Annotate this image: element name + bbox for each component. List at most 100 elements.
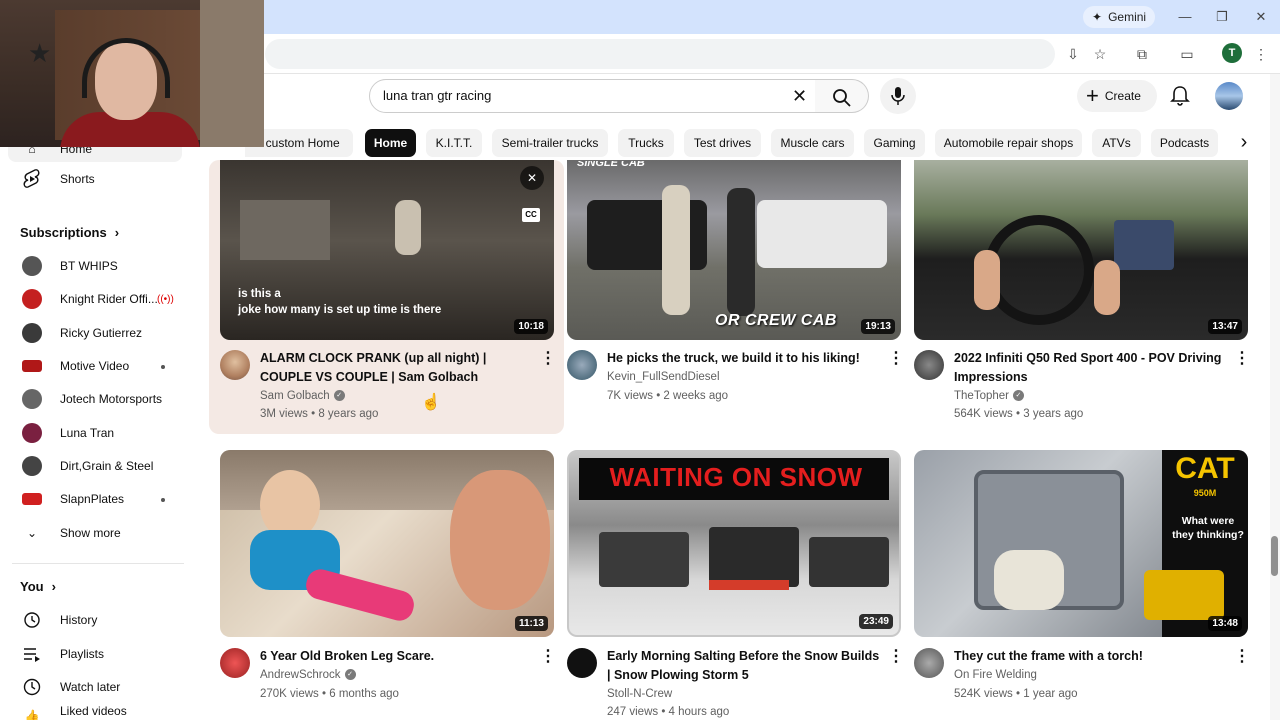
sidebar-sub-knight-rider[interactable]: Knight Rider Offi... bbox=[8, 283, 182, 315]
gemini-button[interactable]: ✦ Gemini bbox=[1083, 6, 1156, 28]
chevron-right-icon: › bbox=[51, 579, 56, 594]
sidebar-sub-luna-tran[interactable]: Luna Tran bbox=[8, 417, 182, 449]
video-thumbnail[interactable]: CAT 950M What were they thinking? 13:48 bbox=[914, 450, 1248, 637]
browser-menu-icon[interactable]: ⋮ bbox=[1251, 44, 1271, 64]
video-meta: 247 views • 4 hours ago bbox=[607, 706, 730, 718]
channel-name[interactable]: On Fire Welding bbox=[954, 669, 1037, 681]
video-thumbnail[interactable]: SINGLE CAB OR CREW CAB 19:13 bbox=[567, 160, 901, 340]
channel-avatar[interactable] bbox=[914, 648, 944, 678]
restore-icon[interactable]: ❐ bbox=[1213, 8, 1231, 26]
overlay-question: What were they thinking? bbox=[1172, 515, 1244, 541]
video-title[interactable]: He picks the truck, we build it to his l… bbox=[607, 349, 897, 368]
video-title[interactable]: ALARM CLOCK PRANK (up all night) | COUPL… bbox=[260, 349, 550, 387]
sub-label: Luna Tran bbox=[60, 426, 115, 440]
channel-avatar[interactable] bbox=[220, 350, 250, 380]
channel-name[interactable]: TheTopher ✓ bbox=[954, 390, 1024, 402]
side-panel-icon[interactable]: ▭ bbox=[1177, 44, 1197, 64]
sidebar-item-playlists[interactable]: Playlists bbox=[8, 638, 182, 670]
chip-gaming[interactable]: Gaming bbox=[864, 129, 925, 157]
channel-avatar bbox=[22, 456, 42, 476]
sidebar-item-shorts[interactable]: Shorts bbox=[8, 163, 182, 195]
sub-label: SlapnPlates bbox=[60, 492, 125, 506]
channel-name-text: AndrewSchrock bbox=[260, 669, 341, 681]
you-heading[interactable]: You › bbox=[20, 579, 56, 594]
clear-search-icon[interactable]: ✕ bbox=[792, 86, 807, 107]
sidebar-sub-dirt-grain-steel[interactable]: Dirt,Grain & Steel bbox=[8, 450, 182, 482]
more-actions-icon[interactable]: ⋮ bbox=[1234, 649, 1250, 665]
chip-atvs[interactable]: ATVs bbox=[1092, 129, 1141, 157]
video-title[interactable]: 2022 Infiniti Q50 Red Sport 400 - POV Dr… bbox=[954, 349, 1244, 387]
search-input[interactable]: luna tran gtr racing bbox=[369, 79, 816, 113]
video-thumbnail[interactable]: 11:13 bbox=[220, 450, 554, 637]
closed-captions-icon[interactable]: CC bbox=[522, 208, 540, 222]
scrollbar-thumb[interactable] bbox=[1271, 536, 1278, 576]
channel-avatar[interactable] bbox=[567, 350, 597, 380]
channel-avatar bbox=[22, 323, 42, 343]
gemini-label: Gemini bbox=[1108, 10, 1147, 24]
video-title[interactable]: 6 Year Old Broken Leg Scare. bbox=[260, 647, 550, 666]
sidebar-sub-ricky-gutierrez[interactable]: Ricky Gutierrez bbox=[8, 317, 182, 349]
video-thumbnail[interactable]: WAITING ON SNOW 23:49 bbox=[567, 450, 901, 637]
chip-kitt[interactable]: K.I.T.T. bbox=[426, 129, 482, 157]
chip-muscle-cars[interactable]: Muscle cars bbox=[771, 129, 854, 157]
chip-semi-trailer-trucks[interactable]: Semi-trailer trucks bbox=[492, 129, 608, 157]
video-title[interactable]: They cut the frame with a torch! bbox=[954, 647, 1244, 666]
sidebar-sub-jotech[interactable]: Jotech Motorsports bbox=[8, 383, 182, 415]
more-actions-icon[interactable]: ⋮ bbox=[888, 351, 904, 367]
chip-trucks[interactable]: Trucks bbox=[618, 129, 674, 157]
video-title[interactable]: Early Morning Salting Before the Snow Bu… bbox=[607, 647, 897, 685]
subscriptions-heading-label: Subscriptions bbox=[20, 225, 107, 240]
channel-name[interactable]: Stoll-N-Crew bbox=[607, 688, 672, 700]
mute-icon[interactable]: ✕ bbox=[520, 166, 544, 190]
channel-avatar[interactable] bbox=[220, 648, 250, 678]
more-actions-icon[interactable]: ⋮ bbox=[1234, 351, 1250, 367]
sidebar-show-more[interactable]: ⌄ Show more bbox=[8, 517, 182, 549]
channel-avatar[interactable] bbox=[914, 350, 944, 380]
chevron-right-icon[interactable]: › bbox=[1232, 129, 1256, 157]
extensions-icon[interactable]: ⧉ bbox=[1132, 44, 1152, 64]
sidebar-item-liked-videos[interactable]: 👍 Liked videos bbox=[8, 704, 182, 720]
caption-line: is this a bbox=[238, 288, 281, 300]
close-window-icon[interactable]: ✕ bbox=[1252, 8, 1270, 26]
sidebar-item-history[interactable]: History bbox=[8, 604, 182, 636]
sidebar-sub-bt-whips[interactable]: BT WHIPS bbox=[8, 250, 182, 282]
account-avatar[interactable] bbox=[1215, 82, 1243, 110]
create-button[interactable]: + Create bbox=[1077, 80, 1157, 112]
history-label: History bbox=[60, 613, 98, 627]
sidebar-item-watch-later[interactable]: Watch later bbox=[8, 671, 182, 703]
video-thumbnail[interactable]: 13:47 bbox=[914, 160, 1248, 340]
subscriptions-heading[interactable]: Subscriptions › bbox=[20, 225, 119, 240]
watch-later-icon bbox=[20, 675, 44, 699]
sidebar-sub-slapnplates[interactable]: SlapnPlates bbox=[8, 483, 182, 515]
minimize-icon[interactable]: — bbox=[1176, 8, 1194, 26]
thumb-pink-cast bbox=[302, 566, 418, 624]
channel-name[interactable]: Kevin_FullSendDiesel bbox=[607, 371, 720, 383]
thumb-glove bbox=[994, 550, 1064, 610]
sub-avatar-wrap bbox=[20, 487, 44, 511]
chip-podcasts[interactable]: Podcasts bbox=[1151, 129, 1218, 157]
chevron-right-icon: › bbox=[114, 225, 120, 240]
more-actions-icon[interactable]: ⋮ bbox=[540, 649, 556, 665]
page-scrollbar[interactable] bbox=[1270, 74, 1280, 720]
cam-wall bbox=[200, 0, 264, 147]
channel-avatar[interactable] bbox=[567, 648, 597, 678]
sidebar-sub-motive-video[interactable]: Motive Video bbox=[8, 350, 182, 382]
chip-test-drives[interactable]: Test drives bbox=[684, 129, 761, 157]
install-app-icon[interactable]: ⇩ bbox=[1063, 44, 1083, 64]
voice-search-button[interactable] bbox=[880, 78, 916, 114]
video-thumbnail[interactable]: is this a joke how many is set up time i… bbox=[220, 160, 554, 340]
sub-avatar-wrap bbox=[20, 421, 44, 445]
more-actions-icon[interactable]: ⋮ bbox=[888, 649, 904, 665]
address-bar[interactable] bbox=[265, 39, 1055, 69]
notifications-bell-icon[interactable] bbox=[1170, 85, 1190, 107]
search-button[interactable] bbox=[815, 79, 869, 113]
channel-name[interactable]: AndrewSchrock ✓ bbox=[260, 669, 356, 681]
channel-name[interactable]: Sam Golbach ✓ bbox=[260, 390, 345, 402]
more-actions-icon[interactable]: ⋮ bbox=[540, 351, 556, 367]
video-duration: 13:47 bbox=[1208, 319, 1242, 334]
browser-profile-avatar[interactable]: T bbox=[1222, 43, 1242, 63]
chip-automobile-repair-shops[interactable]: Automobile repair shops bbox=[935, 129, 1082, 157]
liked-videos-icon: 👍 bbox=[24, 709, 40, 720]
chip-home[interactable]: Home bbox=[365, 129, 416, 157]
bookmark-star-icon[interactable]: ☆ bbox=[1090, 44, 1110, 64]
